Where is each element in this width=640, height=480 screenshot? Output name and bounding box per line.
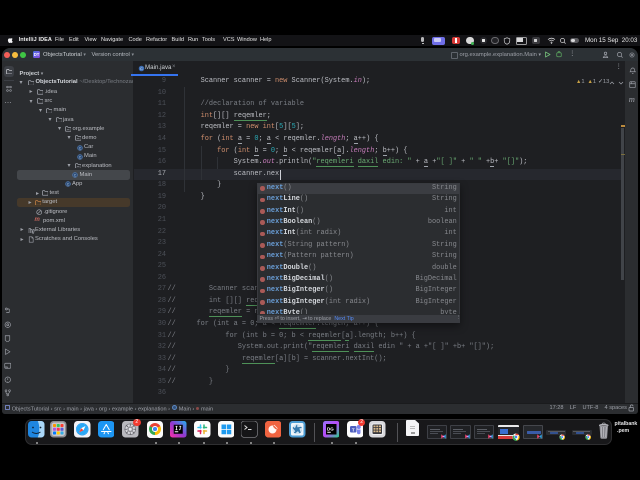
- svg-text:C: C: [140, 66, 143, 71]
- svg-text:DG: DG: [327, 427, 334, 432]
- svg-text:T: T: [352, 427, 355, 432]
